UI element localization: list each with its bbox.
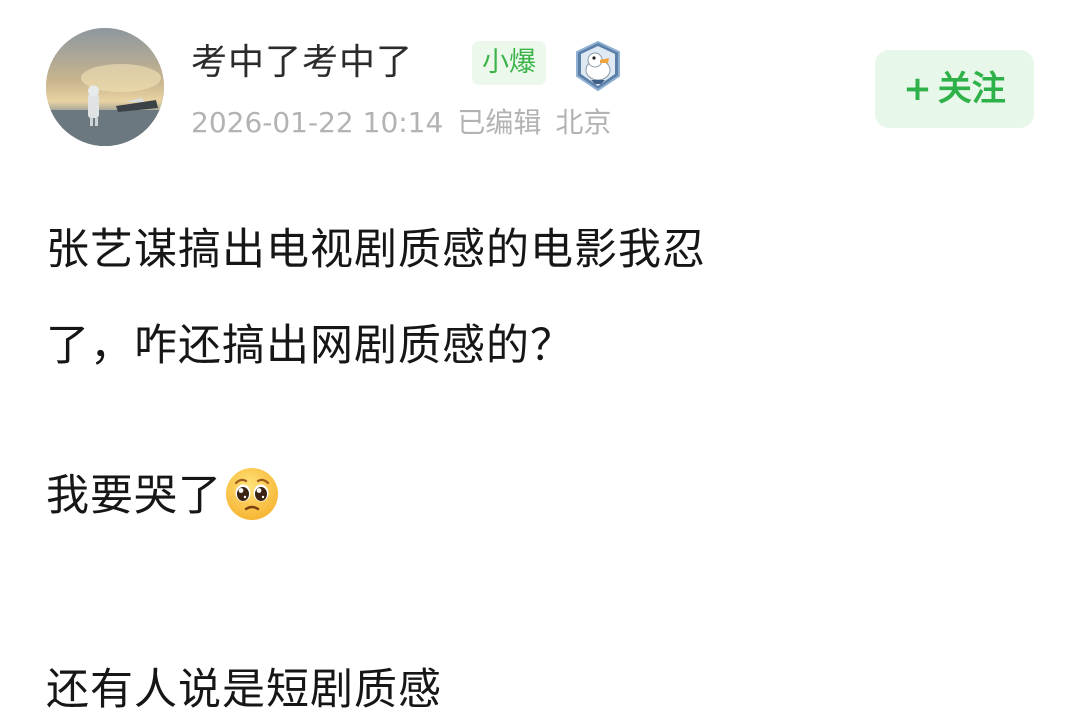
post-text-line: 我要哭了 [46,471,222,521]
pleading-face-icon [226,468,278,520]
follow-button[interactable]: + 关注 [875,50,1034,128]
post-date: 2026-01-22 10:14 [191,106,444,139]
post-text-paragraph: 我要哭了 [46,466,280,526]
avatar[interactable] [46,28,164,146]
plus-icon: + [903,69,932,109]
post-location: 北京 [555,106,612,139]
post-meta: 2026-01-22 10:14 已编辑 北京 [191,103,625,143]
post-text-line: 还有人说是短剧质感 [46,665,442,715]
avatar-image [46,28,164,146]
post-text-line: 张艺谋搞出电视剧质感的电影我忍 [46,225,706,275]
post-text-line: 了，咋还搞出网剧质感的？ [46,321,574,371]
duck-badge-icon[interactable] [571,40,625,92]
user-tag[interactable]: 小爆 [472,41,546,85]
username[interactable]: 考中了考中了 [191,40,413,86]
edited-label: 已编辑 [457,106,542,139]
follow-label: 关注 [937,69,1006,109]
